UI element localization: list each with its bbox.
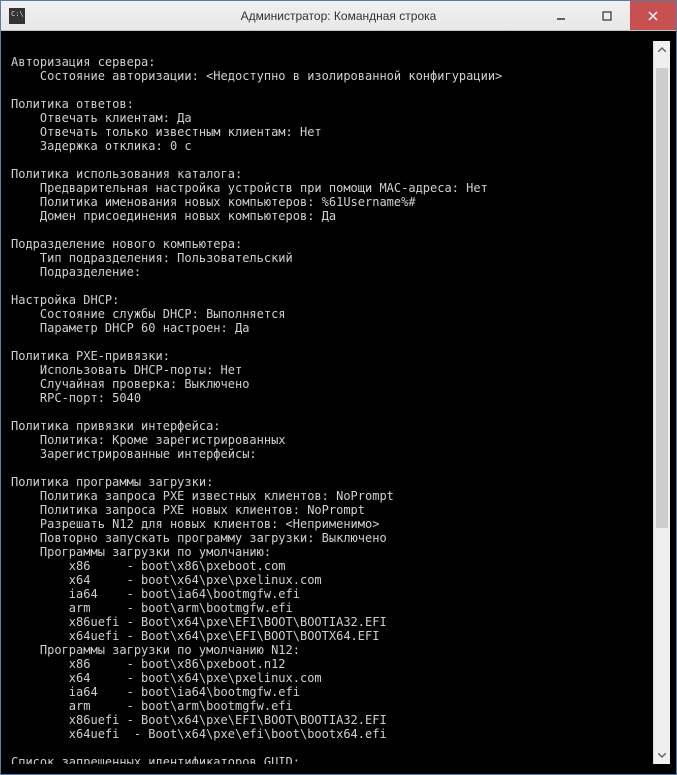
maximize-icon — [602, 11, 612, 21]
scrollbar[interactable] — [653, 41, 670, 764]
scroll-down-button[interactable] — [654, 747, 670, 764]
console-output: Авторизация сервера: Состояние авторизац… — [11, 41, 653, 764]
maximize-button[interactable] — [584, 1, 630, 30]
window: Администратор: Командная строка Авториза… — [0, 0, 677, 775]
chevron-up-icon — [658, 47, 666, 52]
window-controls — [538, 1, 676, 30]
close-icon — [648, 11, 658, 21]
cmd-icon — [9, 8, 25, 24]
scrollbar-track[interactable] — [654, 58, 670, 747]
minimize-icon — [556, 11, 566, 21]
close-button[interactable] — [630, 1, 676, 30]
scrollbar-thumb[interactable] — [656, 68, 668, 528]
chevron-down-icon — [658, 753, 666, 758]
scroll-up-button[interactable] — [654, 41, 670, 58]
title-bar: Администратор: Командная строка — [1, 1, 676, 31]
minimize-button[interactable] — [538, 1, 584, 30]
console-area: Авторизация сервера: Состояние авторизац… — [1, 31, 676, 774]
